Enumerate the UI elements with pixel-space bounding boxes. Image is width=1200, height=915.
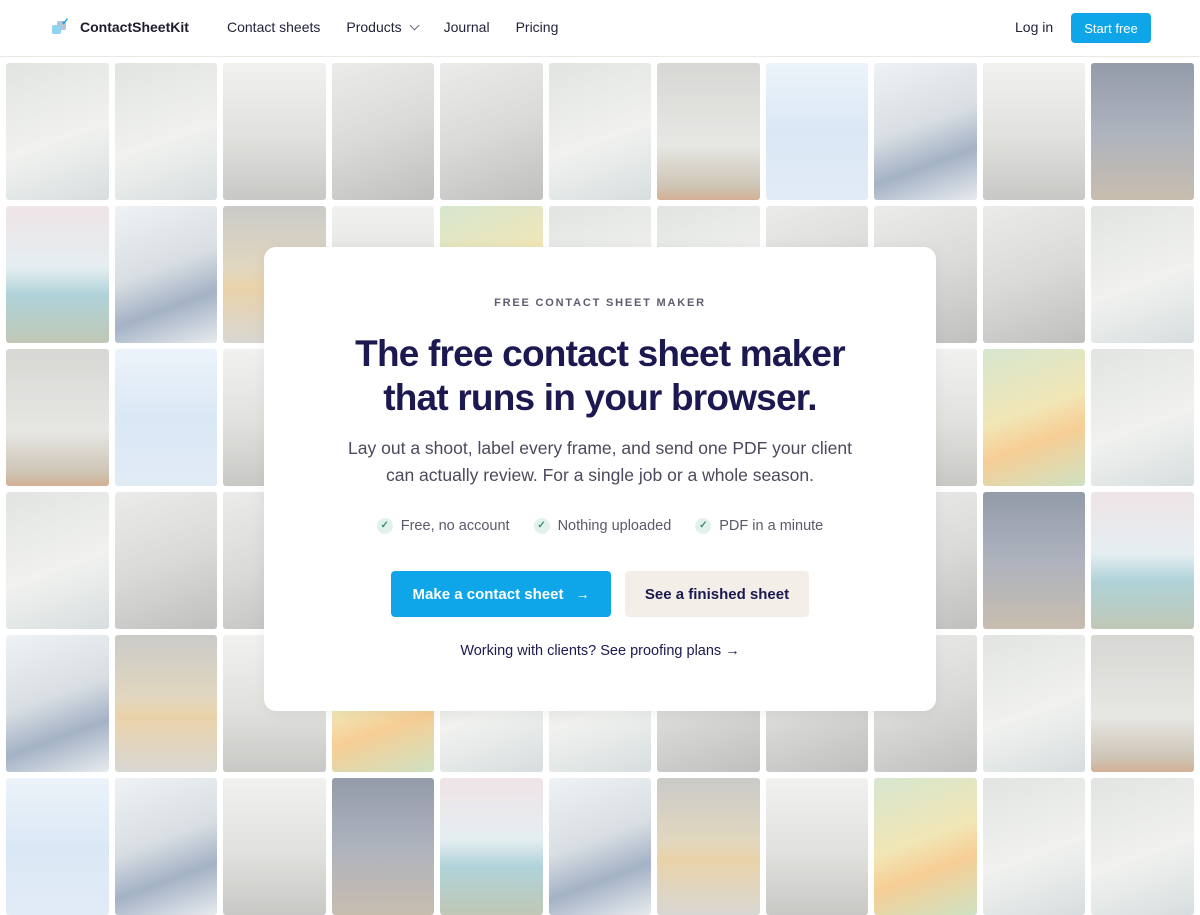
chevron-down-icon [409,20,420,30]
photo-tile [874,778,977,915]
check-icon: ✓ [376,518,393,534]
arrow-right-icon: → [575,586,590,602]
make-contact-sheet-label: Make a contact sheet [412,585,564,603]
feature-check-label: Nothing uploaded [557,518,672,534]
feature-check-item: ✓ PDF in a minute [695,518,823,534]
nav-journal[interactable]: Journal [444,19,490,35]
nav-products-label: Products [346,19,402,35]
hero-headline-line-1: The free contact sheet maker [355,333,845,374]
photo-tile [765,63,868,200]
photo-tile [6,63,109,200]
brand-name: ContactSheetKit [80,19,189,35]
see-finished-sheet-button[interactable]: See a finished sheet [625,571,809,617]
photo-tile [657,63,760,200]
hero-headline-line-2: that runs in your browser. [383,377,817,418]
hero-eyebrow: FREE CONTACT SHEET MAKER [494,297,706,309]
photo-tile [114,206,217,343]
photo-tile [331,778,434,915]
photo-tile [6,349,109,486]
hero-subtitle: Lay out a shoot, label every frame, and … [348,438,852,485]
photo-tile [6,492,109,629]
photo-tile [114,635,217,772]
arrow-right-icon: → [725,643,740,659]
photo-tile [874,63,977,200]
photo-tile [331,63,434,200]
brand-logo-link[interactable]: ✓ ContactSheetKit [52,17,189,36]
feature-check-item: ✓ Free, no account [376,518,510,534]
photo-tile [1091,206,1194,343]
photo-tile [982,635,1085,772]
photo-tile [1091,492,1194,629]
photo-tile [440,63,543,200]
photo-tile [114,778,217,915]
feature-check-label: PDF in a minute [719,518,824,534]
photo-tile [765,778,868,915]
photo-tile [982,492,1085,629]
feature-check-item: ✓ Nothing uploaded [533,518,672,534]
feature-checks: ✓ Free, no account ✓ Nothing uploaded ✓ … [264,518,936,534]
photo-tile [440,778,543,915]
photo-tile [6,635,109,772]
photo-tile [982,206,1085,343]
photo-tile [223,778,326,915]
photo-tile [1091,349,1194,486]
nav-contact-sheets[interactable]: Contact sheets [227,19,320,35]
check-icon: ✓ [533,518,550,534]
hero-card: FREE CONTACT SHEET MAKER The free contac… [264,247,936,711]
nav-links: Contact sheets Products Journal Pricing [227,19,558,35]
photo-tile [982,778,1085,915]
photo-tile [223,63,326,200]
photo-tile [1091,63,1194,200]
photo-tile [1091,778,1194,915]
photo-tile [1091,635,1194,772]
top-navbar: ✓ ContactSheetKit Contact sheets Product… [0,0,1200,57]
login-link[interactable]: Log in [1015,19,1053,35]
photo-tile [114,349,217,486]
photo-tile [657,778,760,915]
photo-tile [114,492,217,629]
nav-products[interactable]: Products [346,19,420,35]
hero-headline: The free contact sheet maker that runs i… [264,332,936,420]
photo-tile [982,349,1085,486]
start-free-button[interactable]: Start free [1071,13,1151,43]
photo-tile [548,778,651,915]
check-icon: ✓ [695,518,712,534]
photo-tile [982,63,1085,200]
photo-tile [548,63,651,200]
proofing-plans-link[interactable]: Working with clients? See proofing plans… [264,643,936,659]
photo-tile [6,206,109,343]
feature-check-label: Free, no account [400,518,510,534]
proofing-plans-label: Working with clients? See proofing plans [460,643,722,659]
nav-pricing[interactable]: Pricing [516,19,559,35]
make-contact-sheet-button[interactable]: Make a contact sheet → [391,571,611,617]
photo-tile [6,778,109,915]
photo-tile [114,63,217,200]
logo-icon: ✓ [52,17,69,36]
